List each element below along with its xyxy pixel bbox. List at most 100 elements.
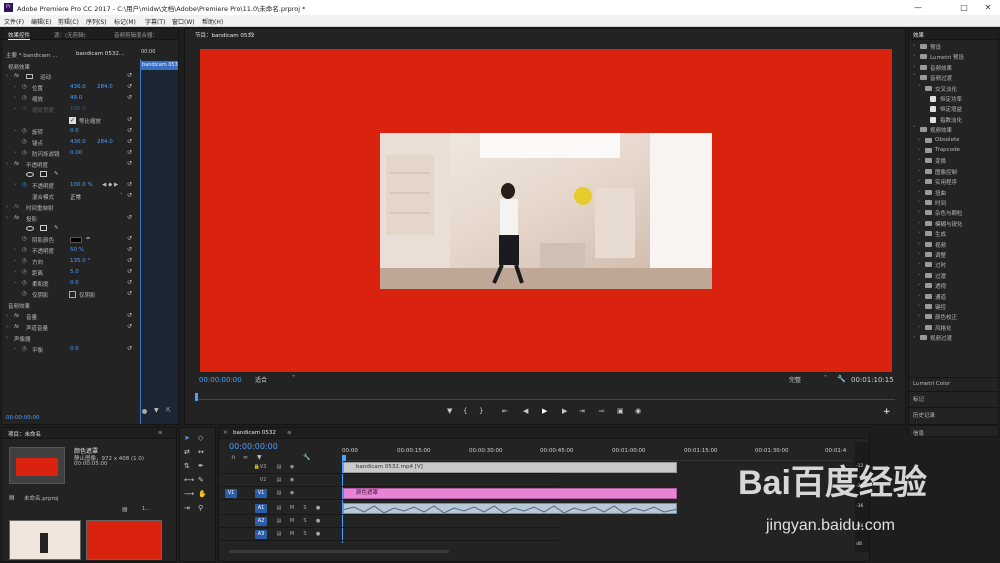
effects-tree-item[interactable]: ˅ 音频过渡 <box>909 74 995 82</box>
chevron-right-icon[interactable]: › <box>918 178 920 184</box>
balance-row[interactable]: › ◷ 平衡 0.0 ↺ <box>2 345 179 355</box>
out-point-icon[interactable]: } <box>479 407 483 416</box>
effects-tree-item[interactable]: › 扭曲 <box>909 189 995 197</box>
blend-mode-row[interactable]: 混合模式 正常 ˅ ↺ <box>2 192 179 202</box>
shadow-color-row[interactable]: ◷ 阴影颜色 ✒ ↺ <box>2 235 179 245</box>
time-remap-row[interactable]: › fx 时间重映射 <box>2 203 179 213</box>
insert-icon[interactable]: ⇨ <box>599 407 605 416</box>
reset-icon[interactable]: ↺ <box>127 345 132 352</box>
export-frame-icon[interactable]: ◉ <box>635 407 641 416</box>
reset-icon[interactable]: ↺ <box>127 181 132 188</box>
shadow-color-swatch[interactable] <box>70 237 82 243</box>
hand-tool-icon[interactable]: ✋ <box>198 490 207 499</box>
tab-source[interactable]: 源：(无剪辑) <box>54 31 86 39</box>
stopwatch-icon[interactable]: ◷ <box>22 258 27 264</box>
play-icon[interactable]: ▶ <box>542 407 547 416</box>
effects-tree-item[interactable]: › 变换 <box>909 157 995 165</box>
chevron-right-icon[interactable]: › <box>913 334 915 340</box>
keyframe-nav-icon[interactable]: ◀ ◆ ▶ <box>102 182 118 188</box>
volume-effect-row[interactable]: › fx 音量 ↺ <box>2 312 179 322</box>
chevron-right-icon[interactable]: › <box>918 293 920 299</box>
anchor-row[interactable]: ◷ 锚点 436.0 284.0 ↺ <box>2 138 179 148</box>
chevron-right-icon[interactable]: › <box>913 53 915 59</box>
track-label-v2[interactable]: V2 <box>257 476 269 485</box>
clip-name-label[interactable]: bandicam 0532... <box>76 51 124 57</box>
rectangle-mask-icon[interactable] <box>40 225 47 231</box>
track-select-tool-icon[interactable]: ◇ <box>198 434 203 443</box>
sync-lock-icon[interactable]: ▤ <box>273 504 285 513</box>
solo-button[interactable]: S <box>299 530 311 539</box>
add-button-icon[interactable]: + <box>883 407 891 417</box>
maximize-icon[interactable]: □ <box>952 1 976 14</box>
opacity-row[interactable]: › ◷ 不透明度 100.0 % ◀ ◆ ▶ ↺ <box>2 181 179 191</box>
stopwatch-icon[interactable]: ◷ <box>22 150 27 156</box>
linked-selection-icon[interactable]: ∞ <box>243 454 248 461</box>
color-matte-clip-v1[interactable]: 颜色遮罩 <box>343 488 677 499</box>
reset-icon[interactable]: ↺ <box>127 279 132 286</box>
chevron-right-icon[interactable]: › <box>918 157 920 163</box>
menu-file[interactable]: 文件(F) <box>4 17 24 26</box>
shadow-opacity-row[interactable]: › ◷ 不透明度 50 % ↺ <box>2 246 179 256</box>
chevron-right-icon[interactable]: › <box>918 199 920 205</box>
minimize-icon[interactable]: — <box>906 1 930 14</box>
effects-tree-item[interactable]: ˅ 视频效果 <box>909 126 995 134</box>
mute-button[interactable]: M <box>286 504 298 513</box>
reset-icon[interactable]: ↺ <box>127 246 132 253</box>
stopwatch-icon[interactable]: ◷ <box>22 95 27 101</box>
eye-icon[interactable]: ◉ <box>286 489 298 498</box>
chevron-right-icon[interactable]: › <box>918 313 920 319</box>
mute-button[interactable]: M <box>286 530 298 539</box>
chevron-right-icon[interactable]: › <box>918 230 920 236</box>
project-item-preview[interactable] <box>9 447 65 484</box>
track-label-a1[interactable]: A1 <box>255 504 267 513</box>
wrench-icon[interactable]: 🔧 <box>837 375 846 383</box>
clip-thumbnail-color-matte[interactable] <box>86 520 162 560</box>
stopwatch-icon[interactable]: ◷ <box>22 247 27 253</box>
reset-icon[interactable]: ↺ <box>127 116 132 123</box>
info-section[interactable]: 信息 <box>908 425 999 437</box>
track-label-v1[interactable]: V1 <box>255 489 267 498</box>
reset-icon[interactable]: ↺ <box>127 138 132 145</box>
chevron-down-icon[interactable]: ˅ <box>913 74 916 80</box>
pen-mask-icon[interactable]: ✎ <box>54 171 59 177</box>
stopwatch-icon[interactable]: ◷ <box>22 182 27 188</box>
audio-clip-a1[interactable] <box>343 503 677 514</box>
mute-button[interactable]: M <box>286 517 298 526</box>
menu-window[interactable]: 窗口(W) <box>172 17 195 26</box>
rolling-edit-tool-icon[interactable]: ⇅ <box>184 462 190 471</box>
shadow-effect-row[interactable]: › fx 投影 ↺ <box>2 214 179 224</box>
go-to-out-icon[interactable]: ⇥ <box>579 407 585 416</box>
solo-button[interactable]: S <box>299 504 311 513</box>
reset-icon[interactable]: ↺ <box>127 127 132 134</box>
effects-tree-item[interactable]: › 风格化 <box>909 324 995 332</box>
slide-tool-icon[interactable]: ⟶ <box>184 490 194 499</box>
menu-edit[interactable]: 编辑(E) <box>31 17 51 26</box>
lumetri-color-section[interactable]: Lumetri Color <box>909 377 999 389</box>
chevron-right-icon[interactable]: › <box>913 43 915 49</box>
uniform-scale-row[interactable]: ✓ 等比缩放 ↺ <box>2 116 179 126</box>
anti-flicker-row[interactable]: › ◷ 防闪烁滤镜 0.00 ↺ <box>2 149 179 159</box>
master-clip-label[interactable]: 主要 * bandicam ... <box>6 51 57 59</box>
chevron-down-icon[interactable]: ˅ <box>913 126 916 132</box>
microphone-icon[interactable]: ● <box>312 517 324 526</box>
effects-tree-item[interactable]: 指数淡化 <box>909 116 995 124</box>
eyedropper-icon[interactable]: ✒ <box>86 236 91 242</box>
panel-menu-icon[interactable]: ≡ <box>287 430 292 436</box>
stopwatch-icon[interactable]: ◷ <box>22 128 27 134</box>
ripple-edit-tool-icon[interactable]: ⇄ <box>184 448 190 457</box>
shadow-only-checkbox[interactable] <box>69 291 76 298</box>
effects-tree-item[interactable]: › 生成 <box>909 230 995 238</box>
pen-mask-icon[interactable]: ✎ <box>54 225 59 231</box>
clip-thumbnail-video[interactable] <box>9 520 81 560</box>
timeline-timecode[interactable]: 00:00:00:00 <box>229 442 278 451</box>
channel-volume-row[interactable]: › fx 声道音量 ↺ <box>2 323 179 333</box>
rotation-row[interactable]: › ◷ 旋转 0.0 ↺ <box>2 127 179 137</box>
effects-tree-item[interactable]: › 图像控制 <box>909 168 995 176</box>
stopwatch-icon[interactable]: ◷ <box>22 291 27 297</box>
go-to-in-icon[interactable]: ⇤ <box>502 407 508 416</box>
timeline-ruler[interactable]: 00:00 00:00:15:00 00:00:30:00 00:00:45:0… <box>342 442 852 461</box>
effects-tree-item[interactable]: › Trapcode <box>909 147 995 155</box>
reset-icon[interactable]: ↺ <box>127 83 132 90</box>
effects-tree-item[interactable]: › Lumetri 预设 <box>909 53 995 61</box>
markers-section[interactable]: 标记 <box>909 391 999 403</box>
